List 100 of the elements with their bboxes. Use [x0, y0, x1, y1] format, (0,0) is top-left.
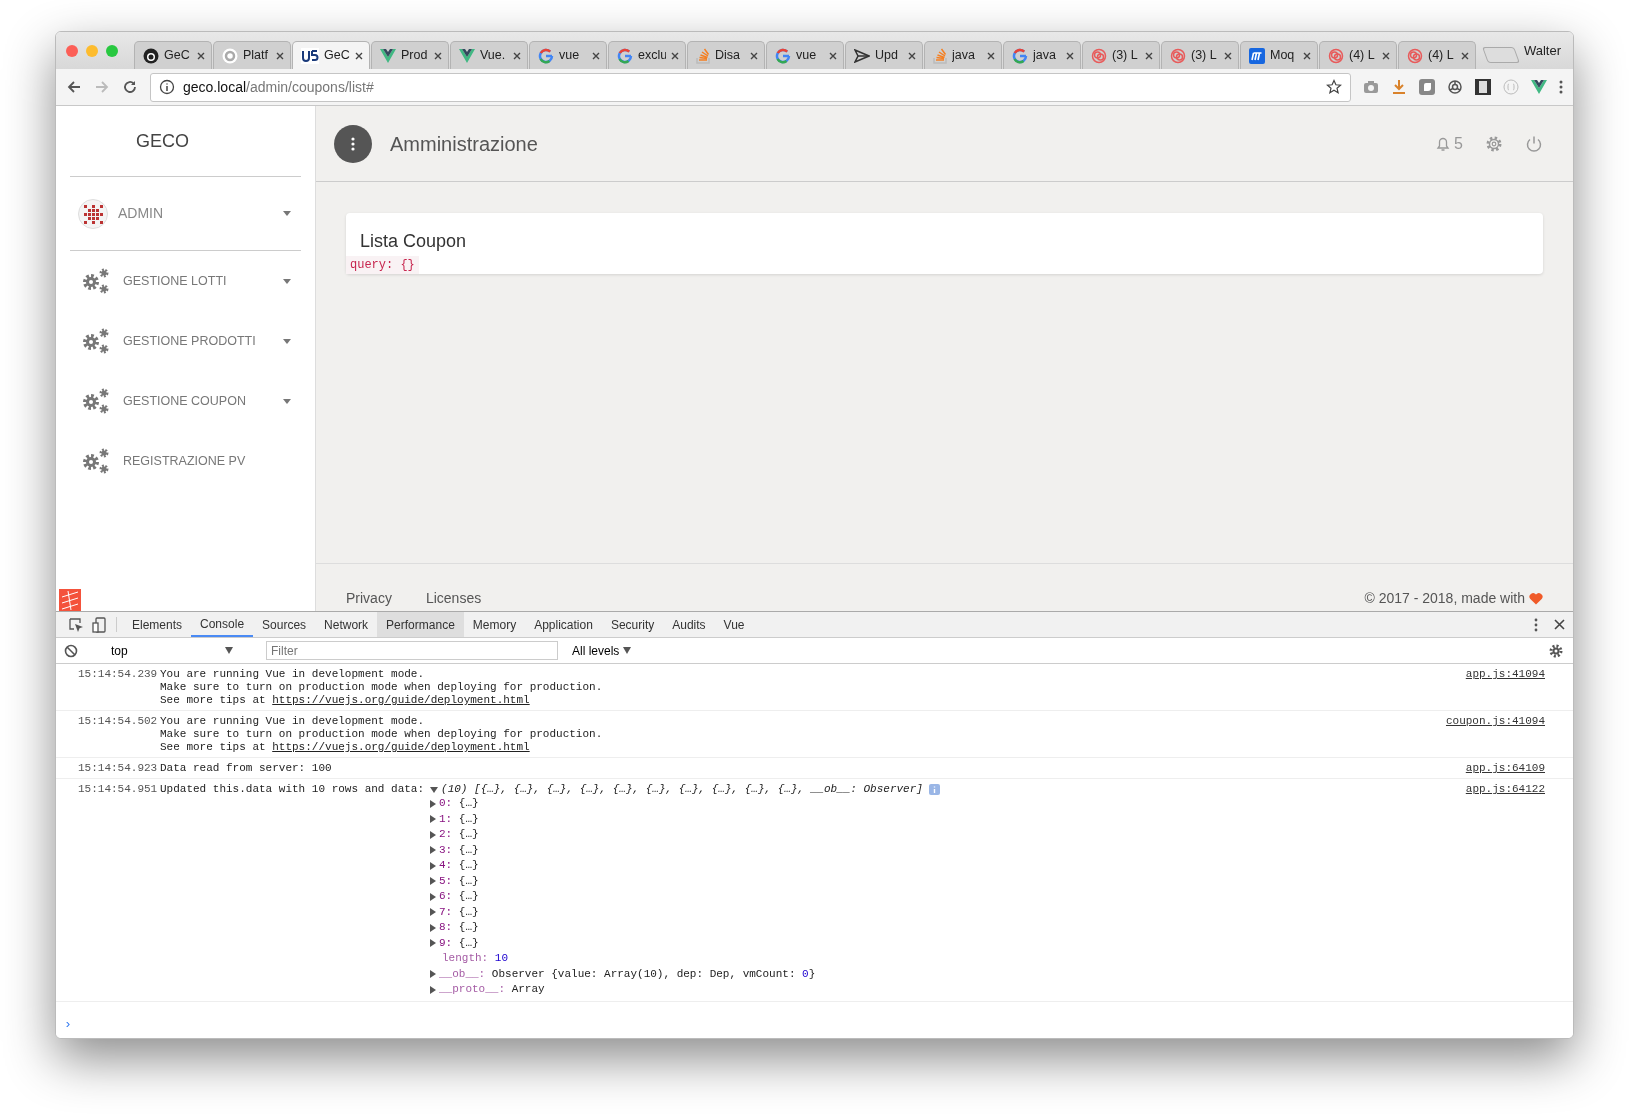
menu-icon[interactable] — [1559, 79, 1563, 95]
extension-icon[interactable] — [1419, 79, 1435, 95]
knot-icon[interactable] — [1447, 79, 1463, 95]
devtools-tab[interactable]: Elements — [123, 612, 192, 637]
brand-name[interactable]: GECO — [136, 127, 189, 155]
devtools-tab[interactable]: Audits — [663, 612, 715, 637]
settings-icon[interactable] — [1549, 643, 1563, 658]
close-icon[interactable] — [355, 51, 363, 60]
camera-icon[interactable] — [1363, 80, 1379, 94]
more-icon[interactable] — [1534, 617, 1538, 632]
browser-tab[interactable]: java — [924, 41, 1002, 69]
devtools-tab[interactable]: Application — [525, 612, 602, 637]
download-icon[interactable] — [1391, 79, 1407, 95]
source-link[interactable]: app.js:41094 — [1465, 668, 1545, 680]
expand-icon[interactable] — [430, 985, 436, 994]
close-icon[interactable] — [592, 51, 600, 60]
browser-tab[interactable]: Vue. — [450, 41, 528, 69]
menu-button[interactable] — [334, 124, 372, 163]
browser-tab[interactable]: Upd — [845, 41, 923, 69]
devtools-tab[interactable]: Network — [315, 612, 378, 637]
browser-tab[interactable]: Moq — [1240, 41, 1318, 69]
close-icon[interactable] — [829, 51, 837, 60]
expand-icon[interactable] — [430, 892, 436, 901]
property-text: 9: {…} — [439, 936, 479, 950]
star-icon[interactable] — [1326, 79, 1342, 95]
footer-link[interactable]: Privacy — [346, 588, 392, 609]
browser-tab[interactable]: Prod — [371, 41, 449, 69]
browser-tab[interactable]: exclu — [608, 41, 686, 69]
tab-title: Upd — [875, 47, 899, 65]
expand-icon[interactable] — [430, 877, 436, 886]
close-icon[interactable] — [987, 51, 995, 60]
context-select[interactable]: top — [107, 641, 237, 660]
filter-field[interactable]: Filter — [266, 641, 558, 660]
source-link[interactable]: app.js:64122 — [1465, 783, 1545, 795]
close-icon[interactable] — [513, 51, 521, 60]
sidebar-item[interactable]: GESTIONE COUPON — [56, 371, 315, 431]
expand-icon[interactable] — [430, 939, 436, 948]
close-icon[interactable] — [1303, 51, 1311, 60]
close-icon[interactable] — [1461, 51, 1469, 60]
devtools-tab[interactable]: Security — [601, 612, 664, 637]
browser-tab[interactable]: java — [1003, 41, 1081, 69]
clear-icon[interactable] — [64, 643, 78, 658]
levels-select[interactable]: All levels — [566, 640, 638, 661]
browser-tab[interactable]: vue — [766, 41, 844, 69]
inspect-icon[interactable] — [68, 616, 84, 633]
log-link[interactable]: https://vuejs.org/guide/deployment.html — [272, 694, 530, 706]
browser-tab[interactable]: vue — [529, 41, 607, 69]
log-link[interactable]: https://vuejs.org/guide/deployment.html — [272, 741, 530, 753]
expand-icon[interactable] — [430, 861, 436, 870]
devtools-tab[interactable]: Memory — [463, 612, 526, 637]
browser-tab[interactable]: (4) L — [1319, 41, 1397, 69]
browser-tab[interactable]: Disa — [687, 41, 765, 69]
expand-icon[interactable] — [430, 908, 436, 917]
sidebar-item[interactable]: GESTIONE PRODOTTI — [56, 311, 315, 371]
devtools-tab[interactable]: Console — [191, 612, 254, 637]
source-link[interactable]: coupon.js:41094 — [1445, 715, 1545, 727]
close-icon[interactable] — [671, 51, 679, 60]
back-icon[interactable] — [66, 79, 82, 95]
close-icon[interactable] — [1145, 51, 1153, 60]
expand-icon[interactable] — [430, 846, 436, 855]
console-prompt[interactable]: › — [56, 1010, 1573, 1038]
close-icon[interactable] — [276, 51, 284, 60]
close-icon[interactable] — [434, 51, 442, 60]
address-bar[interactable]: geco.local/admin/coupons/list# — [150, 72, 1351, 102]
reload-icon[interactable] — [122, 79, 138, 95]
close-icon[interactable] — [1066, 51, 1074, 60]
browser-tab[interactable]: (3) L — [1161, 41, 1239, 69]
v-logo-icon[interactable] — [1531, 80, 1547, 94]
user-menu[interactable]: ADMIN — [70, 177, 301, 251]
expand-icon[interactable] — [430, 830, 436, 839]
user-name: ADMIN — [118, 204, 165, 223]
close-icon[interactable] — [750, 51, 758, 60]
toggle-icon[interactable] — [430, 786, 439, 793]
browser-tab[interactable]: Platf — [213, 41, 291, 69]
close-icon[interactable] — [1224, 51, 1232, 60]
sidebar-item[interactable]: REGISTRAZIONE PV — [56, 431, 315, 491]
devtools-tab[interactable]: Performance — [377, 612, 464, 637]
expand-icon[interactable] — [430, 799, 436, 808]
profile-name[interactable]: Walter — [1523, 40, 1561, 61]
browser-tab[interactable]: GeC — [292, 41, 370, 69]
expand-icon[interactable] — [430, 923, 436, 932]
expand-icon[interactable] — [430, 970, 436, 979]
property-text: 0: {…} — [439, 797, 479, 811]
expand-icon[interactable] — [430, 815, 436, 824]
close-icon[interactable] — [1554, 619, 1565, 630]
property-text: 3: {…} — [439, 843, 479, 857]
close-icon[interactable] — [908, 51, 916, 60]
browser-tab[interactable]: (4) L — [1398, 41, 1476, 69]
device-icon[interactable] — [92, 616, 106, 633]
devtools-tab[interactable]: Vue — [714, 612, 754, 637]
footer-link[interactable]: Licenses — [425, 588, 482, 609]
object-summary: (10) [{…}, {…}, {…}, {…}, {…}, {…}, {…}, {…}, {…}, {…}, __ob__: Observer] — [441, 783, 923, 796]
close-icon[interactable] — [197, 51, 205, 60]
devtools-tab[interactable]: Sources — [253, 612, 316, 637]
source-link[interactable]: app.js:64109 — [1465, 762, 1545, 774]
film-icon[interactable] — [1475, 79, 1491, 95]
close-icon[interactable] — [1382, 51, 1390, 60]
browser-tab[interactable]: (3) L — [1082, 41, 1160, 69]
sidebar-item[interactable]: GESTIONE LOTTI — [56, 251, 315, 311]
browser-tab[interactable]: GeC — [134, 41, 212, 69]
